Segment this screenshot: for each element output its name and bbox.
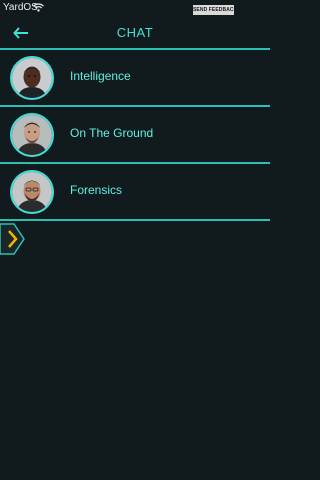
header: CHAT bbox=[0, 18, 270, 48]
chat-item-label: On The Ground bbox=[70, 126, 154, 140]
chat-item-on-the-ground[interactable]: On The Ground bbox=[0, 107, 270, 164]
send-feedback-button[interactable]: SEND FEEDBACK bbox=[193, 5, 234, 15]
wifi-icon bbox=[33, 3, 44, 12]
chat-list: Intelligence On The Ground Forensics bbox=[0, 48, 270, 221]
status-bar: YardOS SEND FEEDBACK bbox=[0, 0, 270, 18]
chevron-right-icon[interactable] bbox=[0, 222, 26, 256]
page-title: CHAT bbox=[116, 25, 154, 40]
chat-item-label: Forensics bbox=[70, 183, 123, 197]
chat-item-forensics[interactable]: Forensics bbox=[0, 164, 270, 221]
avatar bbox=[10, 113, 54, 157]
person-icon bbox=[12, 172, 52, 212]
chat-item-label: Intelligence bbox=[70, 69, 131, 83]
chat-item-intelligence[interactable]: Intelligence bbox=[0, 48, 270, 107]
person-icon bbox=[12, 58, 52, 98]
avatar bbox=[10, 170, 54, 214]
person-icon bbox=[12, 115, 52, 155]
avatar bbox=[10, 56, 54, 100]
